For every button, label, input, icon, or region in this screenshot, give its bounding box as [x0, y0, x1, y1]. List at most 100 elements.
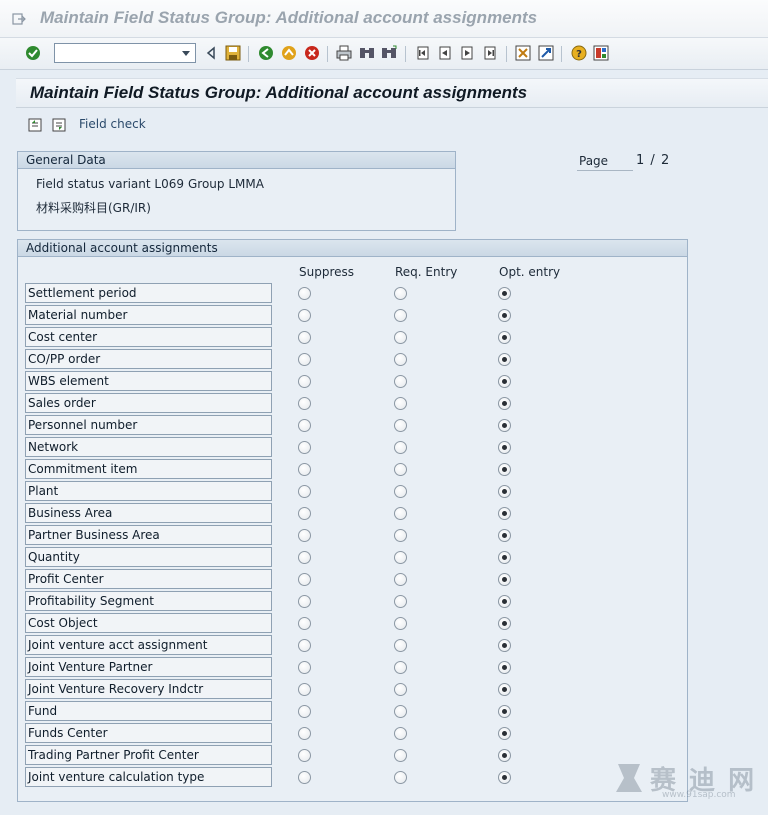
- window-menu-icon[interactable]: [12, 12, 26, 26]
- radio-req-entry[interactable]: [394, 771, 407, 784]
- last-page-icon[interactable]: [481, 44, 499, 62]
- radio-opt-entry[interactable]: [498, 485, 511, 498]
- radio-opt-entry[interactable]: [498, 617, 511, 630]
- radio-suppress[interactable]: [298, 551, 311, 564]
- next-page-icon[interactable]: [458, 44, 476, 62]
- radio-suppress[interactable]: [298, 375, 311, 388]
- radio-req-entry[interactable]: [394, 749, 407, 762]
- radio-suppress[interactable]: [298, 661, 311, 674]
- radio-suppress[interactable]: [298, 749, 311, 762]
- radio-opt-entry[interactable]: [498, 705, 511, 718]
- radio-suppress[interactable]: [298, 573, 311, 586]
- command-field[interactable]: [54, 43, 196, 63]
- radio-suppress[interactable]: [298, 529, 311, 542]
- radio-req-entry[interactable]: [394, 683, 407, 696]
- help-icon[interactable]: ?: [570, 44, 588, 62]
- radio-suppress[interactable]: [298, 727, 311, 740]
- radio-req-entry[interactable]: [394, 661, 407, 674]
- radio-opt-entry[interactable]: [498, 507, 511, 520]
- radio-req-entry[interactable]: [394, 529, 407, 542]
- radio-suppress[interactable]: [298, 771, 311, 784]
- page-label: Page: [577, 153, 633, 171]
- radio-opt-entry[interactable]: [498, 749, 511, 762]
- radio-req-entry[interactable]: [394, 595, 407, 608]
- assignment-label: Cost Object: [25, 613, 272, 633]
- radio-req-entry[interactable]: [394, 397, 407, 410]
- save-icon[interactable]: [224, 44, 242, 62]
- radio-suppress[interactable]: [298, 683, 311, 696]
- radio-req-entry[interactable]: [394, 463, 407, 476]
- radio-suppress[interactable]: [298, 463, 311, 476]
- field-check-button[interactable]: Field check: [79, 117, 146, 131]
- radio-opt-entry[interactable]: [498, 529, 511, 542]
- radio-req-entry[interactable]: [394, 375, 407, 388]
- radio-req-entry[interactable]: [394, 419, 407, 432]
- standard-toolbar: ?: [0, 38, 768, 70]
- radio-suppress[interactable]: [298, 397, 311, 410]
- radio-opt-entry[interactable]: [498, 661, 511, 674]
- radio-opt-entry[interactable]: [498, 683, 511, 696]
- radio-suppress[interactable]: [298, 507, 311, 520]
- back-icon[interactable]: [257, 44, 275, 62]
- radio-opt-entry[interactable]: [498, 639, 511, 652]
- radio-suppress[interactable]: [298, 353, 311, 366]
- exit-icon[interactable]: [280, 44, 298, 62]
- chevron-down-icon[interactable]: [179, 46, 193, 60]
- radio-opt-entry[interactable]: [498, 727, 511, 740]
- radio-opt-entry[interactable]: [498, 419, 511, 432]
- first-page-icon[interactable]: [414, 44, 432, 62]
- general-data-group: General Data: [17, 151, 456, 231]
- radio-suppress[interactable]: [298, 595, 311, 608]
- radio-req-entry[interactable]: [394, 639, 407, 652]
- radio-req-entry[interactable]: [394, 727, 407, 740]
- radio-req-entry[interactable]: [394, 573, 407, 586]
- find-icon[interactable]: [358, 44, 376, 62]
- print-icon[interactable]: [335, 44, 353, 62]
- window-title-bar: Maintain Field Status Group: Additional …: [0, 0, 768, 38]
- radio-opt-entry[interactable]: [498, 441, 511, 454]
- radio-opt-entry[interactable]: [498, 287, 511, 300]
- radio-req-entry[interactable]: [394, 617, 407, 630]
- radio-req-entry[interactable]: [394, 353, 407, 366]
- radio-opt-entry[interactable]: [498, 595, 511, 608]
- radio-req-entry[interactable]: [394, 705, 407, 718]
- layout-menu-icon[interactable]: [592, 44, 610, 62]
- radio-suppress[interactable]: [298, 639, 311, 652]
- shortcut-icon[interactable]: [537, 44, 555, 62]
- radio-req-entry[interactable]: [394, 309, 407, 322]
- radio-suppress[interactable]: [298, 287, 311, 300]
- field-status-group-text: 材料采购科目(GR/IR): [36, 201, 151, 215]
- radio-req-entry[interactable]: [394, 485, 407, 498]
- radio-suppress[interactable]: [298, 331, 311, 344]
- radio-opt-entry[interactable]: [498, 353, 511, 366]
- previous-page-icon[interactable]: [436, 44, 454, 62]
- radio-suppress[interactable]: [298, 705, 311, 718]
- radio-suppress[interactable]: [298, 309, 311, 322]
- radio-opt-entry[interactable]: [498, 397, 511, 410]
- collapse-command-icon[interactable]: [202, 44, 220, 62]
- previous-group-icon[interactable]: [26, 116, 44, 134]
- radio-opt-entry[interactable]: [498, 573, 511, 586]
- radio-req-entry[interactable]: [394, 551, 407, 564]
- radio-suppress[interactable]: [298, 441, 311, 454]
- radio-req-entry[interactable]: [394, 441, 407, 454]
- table-row: Quantity: [0, 547, 768, 569]
- radio-req-entry[interactable]: [394, 331, 407, 344]
- radio-opt-entry[interactable]: [498, 551, 511, 564]
- next-group-icon[interactable]: [50, 116, 68, 134]
- radio-suppress[interactable]: [298, 485, 311, 498]
- radio-req-entry[interactable]: [394, 507, 407, 520]
- radio-req-entry[interactable]: [394, 287, 407, 300]
- radio-opt-entry[interactable]: [498, 771, 511, 784]
- radio-opt-entry[interactable]: [498, 375, 511, 388]
- radio-opt-entry[interactable]: [498, 463, 511, 476]
- cancel-icon[interactable]: [303, 44, 321, 62]
- command-input[interactable]: [55, 44, 175, 62]
- radio-suppress[interactable]: [298, 617, 311, 630]
- radio-opt-entry[interactable]: [498, 309, 511, 322]
- radio-suppress[interactable]: [298, 419, 311, 432]
- find-next-icon[interactable]: [380, 44, 398, 62]
- radio-opt-entry[interactable]: [498, 331, 511, 344]
- create-session-icon[interactable]: [514, 44, 532, 62]
- enter-icon[interactable]: [24, 44, 42, 62]
